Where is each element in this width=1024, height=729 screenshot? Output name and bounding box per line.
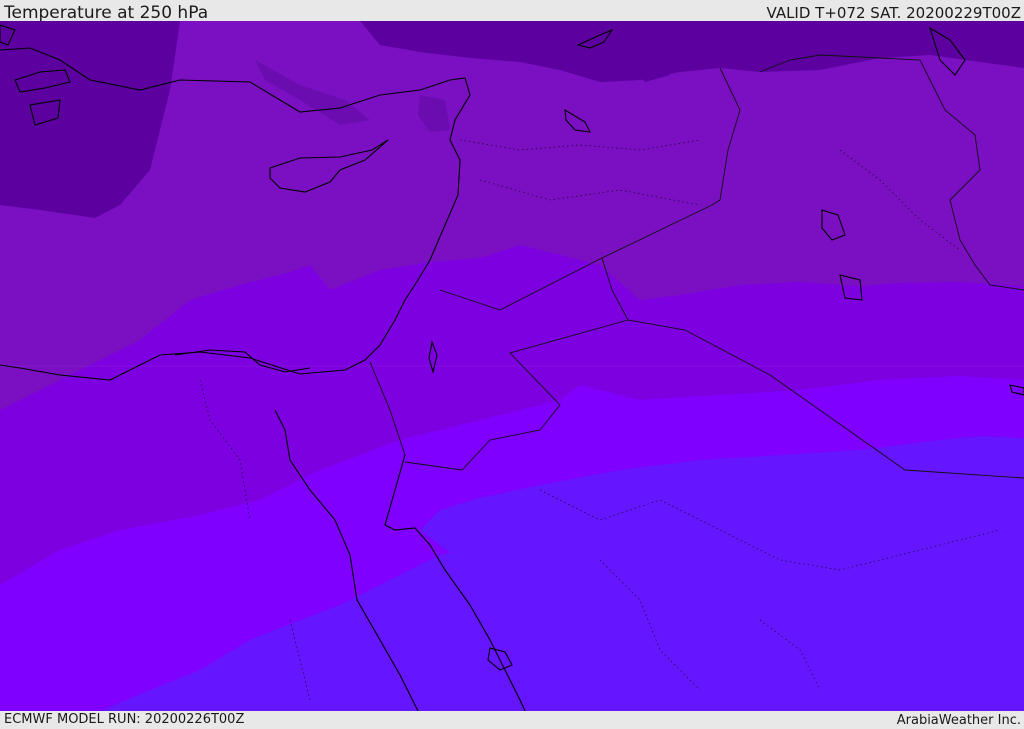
model-run: ECMWF MODEL RUN: 20200226T00Z bbox=[4, 712, 245, 727]
valid-time: VALID T+072 SAT. 20200229T00Z bbox=[766, 4, 1021, 22]
temperature-map[interactable] bbox=[0, 21, 1024, 711]
credit-label: ArabiaWeather Inc. bbox=[896, 713, 1021, 728]
map-title: Temperature at 250 hPa bbox=[4, 3, 209, 23]
